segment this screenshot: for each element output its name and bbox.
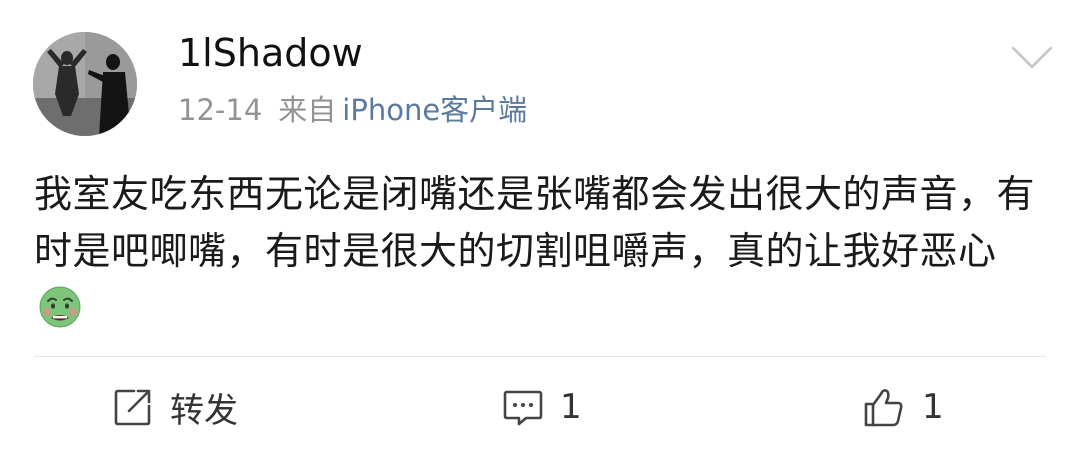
- chevron-down-icon[interactable]: [1010, 44, 1054, 72]
- source-label: 来自: [278, 93, 337, 127]
- post-content-text: 我室友吃东西无论是闭嘴还是张嘴都会发出很大的声音，有时是吧唧嘴，有时是很大的切割…: [34, 172, 1036, 273]
- username[interactable]: 1lShadow: [178, 30, 363, 76]
- avatar[interactable]: [33, 32, 137, 136]
- comment-icon: [502, 386, 544, 428]
- share-icon: [112, 386, 154, 428]
- comment-count: 1: [560, 387, 582, 427]
- repost-button[interactable]: 转发: [112, 382, 238, 432]
- weibo-post: 1lShadow 12-14 来自 iPhone客户端 我室友吃东西无论是闭嘴还是张…: [0, 0, 1080, 451]
- like-count: 1: [922, 387, 944, 427]
- post-meta: 12-14 来自 iPhone客户端: [178, 90, 527, 130]
- comment-button[interactable]: 1: [502, 382, 582, 432]
- thumbs-up-icon: [862, 385, 906, 429]
- nauseated-face-emoji: [38, 285, 82, 329]
- divider: [34, 356, 1046, 357]
- post-content: 我室友吃东西无论是闭嘴还是张嘴都会发出很大的声音，有时是吧唧嘴，有时是很大的切割…: [34, 166, 1044, 337]
- post-date: 12-14: [178, 93, 263, 127]
- source-client-link[interactable]: iPhone客户端: [342, 93, 527, 127]
- avatar-image: [33, 32, 137, 136]
- like-button[interactable]: 1: [862, 382, 944, 432]
- repost-label: 转发: [170, 390, 238, 431]
